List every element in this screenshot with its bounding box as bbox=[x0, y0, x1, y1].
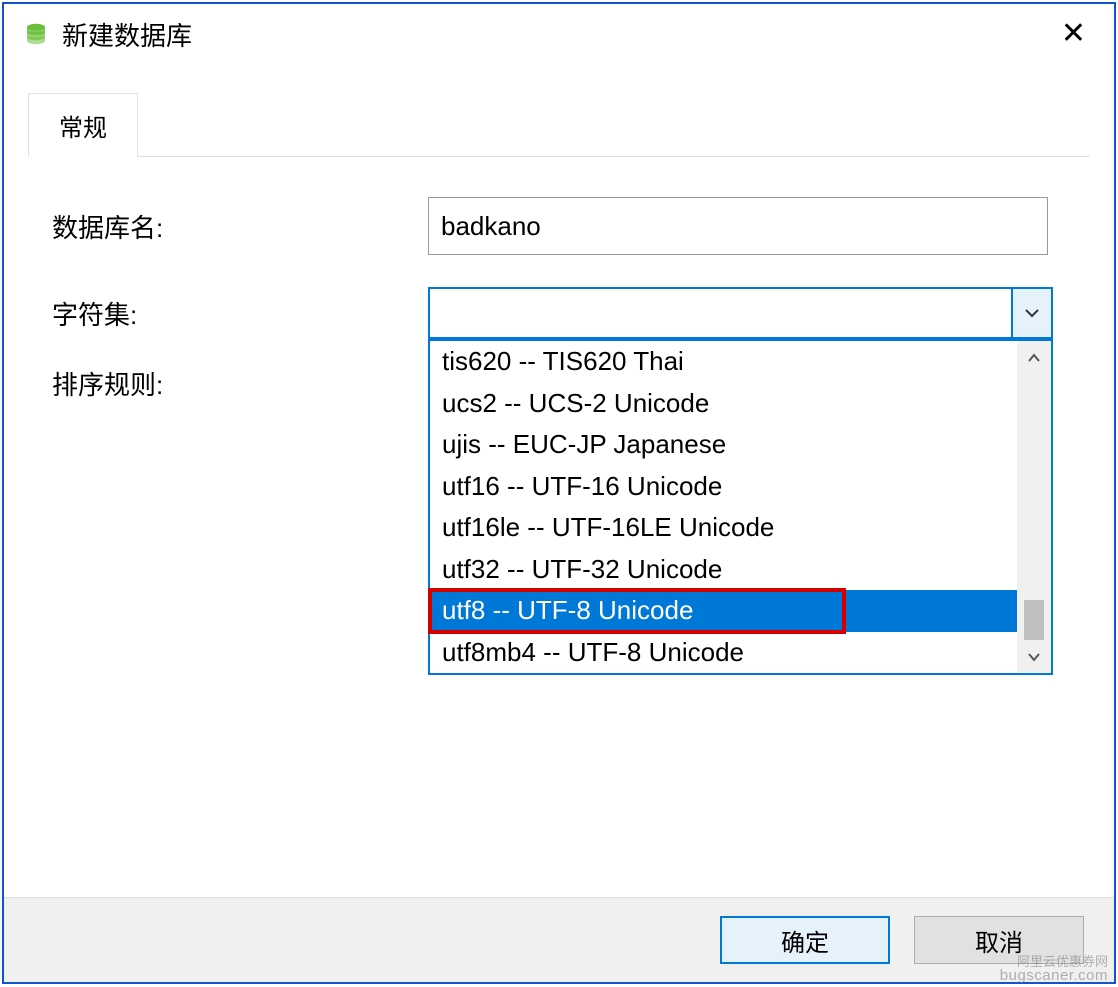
dropdown-list: tis620 -- TIS620 Thaiucs2 -- UCS-2 Unico… bbox=[430, 341, 1017, 673]
label-db-name: 数据库名: bbox=[28, 208, 428, 245]
titlebar: 新建数据库 ✕ bbox=[4, 4, 1114, 64]
charset-combo-value bbox=[430, 289, 1011, 337]
content-pane: 数据库名: 字符集: tis620 -- TIS620 Thaiucs2 -- … bbox=[28, 156, 1090, 897]
dropdown-item[interactable]: ujis -- EUC-JP Japanese bbox=[430, 424, 1017, 466]
dropdown-item[interactable]: utf16le -- UTF-16LE Unicode bbox=[430, 507, 1017, 549]
row-db-name: 数据库名: bbox=[28, 197, 1090, 255]
charset-combo-button[interactable] bbox=[1011, 289, 1051, 337]
dropdown-item[interactable]: utf16 -- UTF-16 Unicode bbox=[430, 466, 1017, 508]
database-icon bbox=[24, 22, 48, 46]
dropdown-scrollbar[interactable] bbox=[1017, 341, 1051, 673]
cancel-button[interactable]: 取消 bbox=[914, 916, 1084, 964]
dialog-title: 新建数据库 bbox=[62, 16, 1053, 53]
row-charset: 字符集: tis620 -- TIS620 Thaiucs2 -- UCS-2 … bbox=[28, 287, 1090, 339]
dropdown-item[interactable]: tis620 -- TIS620 Thai bbox=[430, 341, 1017, 383]
charset-dropdown: tis620 -- TIS620 Thaiucs2 -- UCS-2 Unico… bbox=[428, 339, 1053, 675]
dialog-footer: 确定 取消 bbox=[4, 897, 1114, 982]
tabstrip: 常规 bbox=[4, 100, 1114, 156]
scroll-down-icon[interactable] bbox=[1027, 646, 1041, 667]
dropdown-item[interactable]: utf32 -- UTF-32 Unicode bbox=[430, 549, 1017, 591]
label-charset: 字符集: bbox=[28, 295, 428, 332]
dropdown-item[interactable]: ucs2 -- UCS-2 Unicode bbox=[430, 383, 1017, 425]
db-name-input[interactable] bbox=[428, 197, 1048, 255]
dropdown-item[interactable]: utf8 -- UTF-8 Unicode bbox=[430, 590, 1017, 632]
close-button[interactable]: ✕ bbox=[1053, 19, 1094, 49]
tab-general[interactable]: 常规 bbox=[28, 93, 138, 157]
scroll-thumb[interactable] bbox=[1024, 600, 1044, 640]
label-collation: 排序规则: bbox=[28, 365, 428, 402]
scroll-up-icon[interactable] bbox=[1027, 347, 1041, 368]
new-database-dialog: 新建数据库 ✕ 常规 数据库名: 字符集: bbox=[2, 2, 1116, 984]
ok-button[interactable]: 确定 bbox=[720, 916, 890, 964]
charset-combo[interactable] bbox=[428, 287, 1053, 339]
dropdown-item[interactable]: utf8mb4 -- UTF-8 Unicode bbox=[430, 632, 1017, 674]
chevron-down-icon bbox=[1024, 308, 1040, 318]
